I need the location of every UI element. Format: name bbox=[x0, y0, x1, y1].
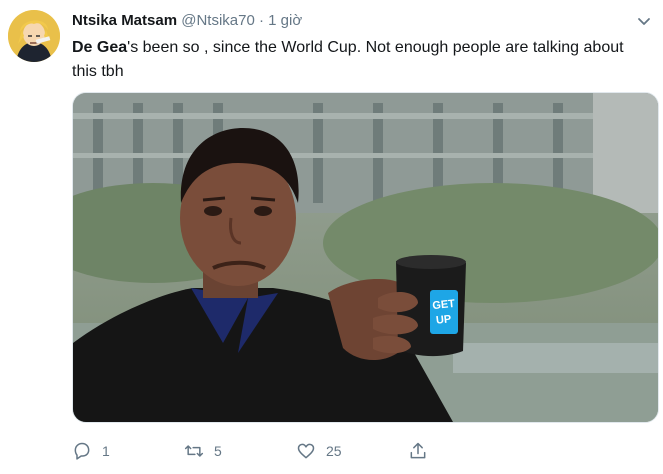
tweet-text: De Gea's been so , since the World Cup. … bbox=[72, 36, 642, 84]
retweet-count: 5 bbox=[214, 443, 222, 459]
tweet-text-body: 's been so , since the World Cup. Not en… bbox=[72, 39, 624, 80]
tweet-actions: 1 5 25 bbox=[72, 438, 592, 464]
user-handle[interactable]: @Ntsika70 bbox=[181, 12, 255, 29]
svg-text:UP: UP bbox=[435, 313, 451, 327]
tweet-text-bold: De Gea bbox=[72, 39, 128, 56]
svg-text:GET: GET bbox=[432, 298, 456, 312]
like-icon bbox=[297, 443, 315, 459]
share-button[interactable] bbox=[408, 438, 438, 464]
media-photo: GET UP bbox=[73, 93, 658, 422]
share-icon bbox=[410, 442, 426, 459]
chevron-down-icon[interactable] bbox=[637, 14, 651, 28]
retweet-icon bbox=[184, 445, 204, 457]
reply-button[interactable]: 1 bbox=[72, 438, 110, 464]
tweet-header: Ntsika Matsam @Ntsika70 · 1 giờ bbox=[72, 12, 302, 29]
avatar[interactable] bbox=[8, 10, 60, 62]
tweet-media-image[interactable]: GET UP bbox=[72, 92, 659, 423]
like-button[interactable]: 25 bbox=[296, 438, 342, 464]
reply-icon bbox=[74, 442, 90, 460]
tweet: Ntsika Matsam @Ntsika70 · 1 giờ De Gea's… bbox=[0, 0, 663, 474]
separator-dot: · bbox=[258, 12, 264, 29]
display-name[interactable]: Ntsika Matsam bbox=[72, 12, 177, 29]
like-count: 25 bbox=[326, 443, 342, 459]
timestamp[interactable]: 1 giờ bbox=[268, 12, 302, 29]
avatar-image bbox=[8, 10, 60, 62]
reply-count: 1 bbox=[102, 443, 110, 459]
retweet-button[interactable]: 5 bbox=[184, 438, 222, 464]
